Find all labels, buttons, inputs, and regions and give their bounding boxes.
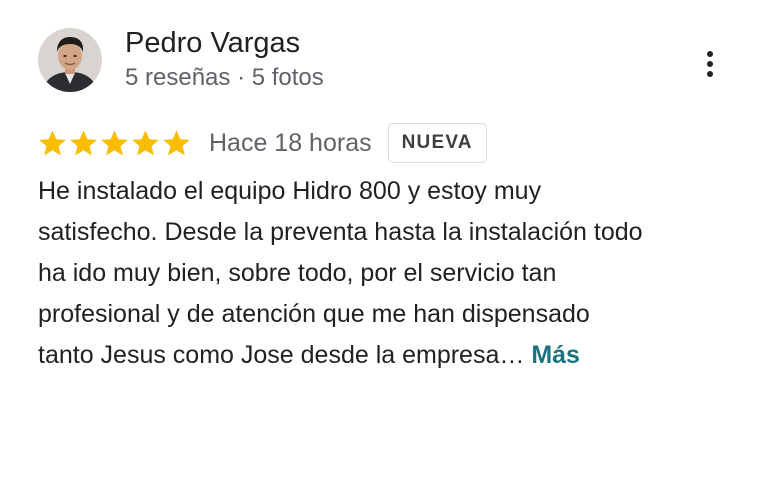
- person-avatar-icon: [38, 28, 102, 92]
- reviewer-avatar[interactable]: [38, 28, 102, 92]
- more-options-button[interactable]: [694, 46, 726, 82]
- star-icon: [70, 130, 97, 155]
- star-icon: [132, 130, 159, 155]
- reviewer-name[interactable]: Pedro Vargas: [125, 25, 300, 61]
- review-card: Pedro Vargas 5 reseñas · 5 fotos Hace 18…: [0, 0, 760, 500]
- review-text-line: profesional y de atención que me han dis…: [38, 300, 590, 328]
- reviewer-meta: 5 reseñas · 5 fotos: [125, 64, 324, 91]
- review-text-line: tanto Jesus como Jose desde la empresa…: [38, 341, 525, 369]
- new-badge: NUEVA: [387, 123, 487, 163]
- more-link[interactable]: Más: [531, 341, 580, 369]
- star-icon: [101, 130, 128, 155]
- more-vertical-icon: [707, 51, 713, 77]
- review-text-line-last: tanto Jesus como Jose desde la empresa… …: [38, 335, 738, 376]
- review-text: He instalado el equipo Hidro 800 y estoy…: [38, 171, 738, 376]
- star-icon: [163, 130, 190, 155]
- star-rating: [38, 129, 191, 158]
- star-icon: [39, 130, 66, 155]
- review-time: Hace 18 horas: [209, 128, 372, 157]
- rating-row: Hace 18 horas NUEVA: [38, 121, 487, 165]
- review-text-line: ha ido muy bien, sobre todo, por el serv…: [38, 259, 557, 287]
- review-text-line: He instalado el equipo Hidro 800 y estoy…: [38, 177, 542, 205]
- review-text-line: satisfecho. Desde la preventa hasta la i…: [38, 218, 643, 246]
